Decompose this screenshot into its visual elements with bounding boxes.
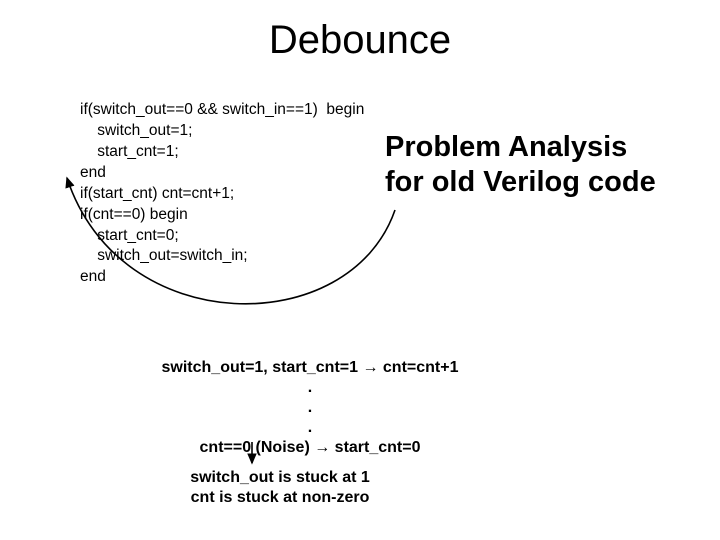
conclusion-line-1: switch_out is stuck at 1	[130, 468, 430, 488]
trace-line-1: switch_out=1, start_cnt=1 → cnt=cnt+1	[130, 358, 490, 378]
verilog-code-block: if(switch_out==0 && switch_in==1) begin …	[80, 100, 364, 288]
trace-dot: .	[130, 398, 490, 418]
trace-dot: .	[130, 378, 490, 398]
page-title: Debounce	[0, 18, 720, 63]
analysis-heading: Problem Analysis for old Verilog code	[385, 130, 656, 201]
slide: Debounce if(switch_out==0 && switch_in==…	[0, 0, 720, 540]
analysis-line-1: Problem Analysis	[385, 130, 656, 165]
trace-line-2: cnt==0 (Noise) → start_cnt=0	[130, 438, 490, 458]
conclusion-text: switch_out is stuck at 1 cnt is stuck at…	[130, 468, 430, 508]
trace-dot: .	[130, 418, 490, 438]
analysis-line-2: for old Verilog code	[385, 165, 656, 200]
execution-trace: switch_out=1, start_cnt=1 → cnt=cnt+1 . …	[130, 358, 490, 458]
conclusion-line-2: cnt is stuck at non-zero	[130, 488, 430, 508]
